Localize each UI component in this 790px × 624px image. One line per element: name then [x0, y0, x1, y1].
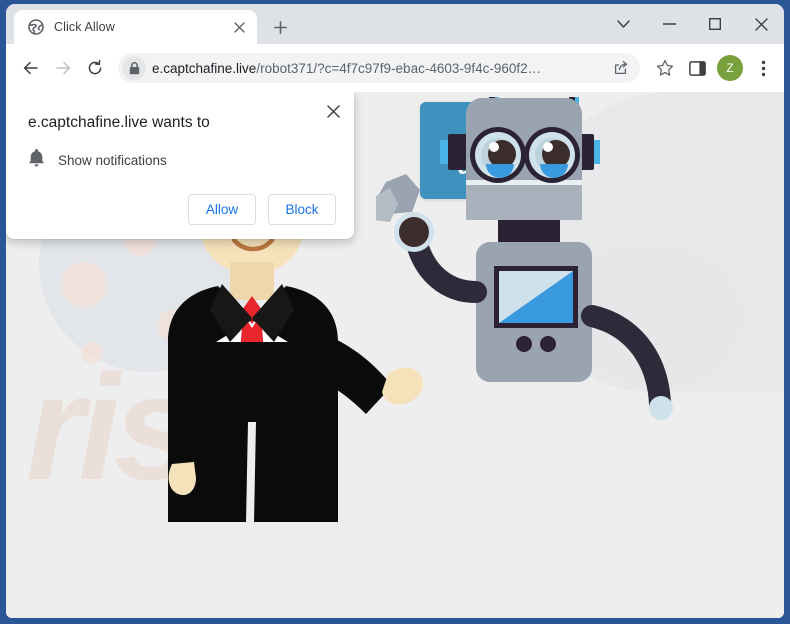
bell-icon — [28, 148, 45, 172]
url-path: /robot371/?c=4f7c97f9-ebac-4603-9f4c-960… — [256, 60, 542, 76]
minimize-icon[interactable] — [646, 4, 692, 44]
dialog-close-icon[interactable] — [322, 100, 344, 122]
dialog-permission-row: Show notifications — [28, 148, 336, 172]
globe-icon — [28, 19, 44, 35]
window-controls — [600, 4, 784, 44]
dialog-title: e.captchafine.live wants to — [28, 114, 210, 131]
maximize-icon[interactable] — [692, 4, 738, 44]
robot-illustration — [376, 97, 673, 420]
lock-icon[interactable] — [122, 56, 146, 80]
browser-toolbar: e.captchafine.live/robot371/?c=4f7c97f9-… — [6, 44, 784, 92]
browser-window-frame: Click Allow e.captchafine.live/robot371/… — [0, 0, 790, 624]
new-tab-button[interactable] — [265, 12, 295, 42]
close-icon[interactable] — [738, 4, 784, 44]
tab-strip: Click Allow — [6, 4, 784, 44]
notification-permission-dialog: e.captchafine.live wants to Show notific… — [6, 92, 354, 239]
tab-search-chevron-down-icon[interactable] — [600, 4, 646, 44]
forward-arrow-icon[interactable] — [48, 53, 78, 83]
side-panel-icon[interactable] — [682, 53, 712, 83]
address-bar[interactable]: e.captchafine.live/robot371/?c=4f7c97f9-… — [118, 53, 640, 83]
tab-click-allow[interactable]: Click Allow — [14, 10, 257, 44]
dialog-permission-label: Show notifications — [58, 152, 167, 168]
three-dot-menu-icon[interactable] — [748, 53, 778, 83]
page-viewport: risk o are — [6, 92, 784, 618]
url-domain: e.captchafine.live — [152, 60, 257, 76]
share-icon[interactable] — [608, 55, 634, 81]
tab-title: Click Allow — [54, 20, 115, 34]
avatar[interactable]: Z — [717, 55, 743, 81]
tab-close-icon[interactable] — [229, 17, 249, 37]
back-arrow-icon[interactable] — [16, 53, 46, 83]
browser-shell: Click Allow e.captchafine.live/robot371/… — [6, 4, 784, 618]
allow-button[interactable]: Allow — [188, 194, 256, 225]
block-button[interactable]: Block — [268, 194, 336, 225]
reload-icon[interactable] — [80, 53, 110, 83]
star-icon[interactable] — [650, 53, 680, 83]
dialog-actions: Allow Block — [28, 194, 336, 225]
url-text[interactable]: e.captchafine.live/robot371/?c=4f7c97f9-… — [152, 61, 608, 76]
